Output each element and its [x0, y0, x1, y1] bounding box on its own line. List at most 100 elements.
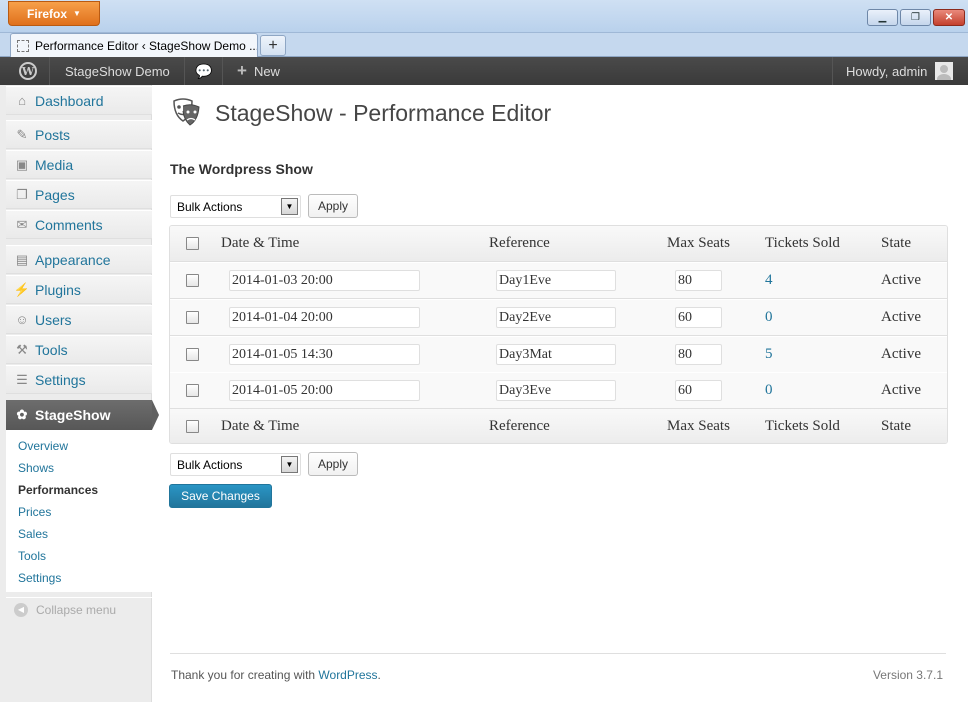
submenu-item-prices[interactable]: Prices [18, 505, 51, 519]
pin-icon: ✎ [16, 126, 28, 142]
apply-button-top[interactable]: Apply [308, 194, 358, 218]
submenu-item-sales[interactable]: Sales [18, 527, 48, 541]
tickets-sold-link[interactable]: 0 [765, 300, 773, 335]
wordpress-link[interactable]: WordPress [318, 668, 377, 682]
reference-input[interactable]: Day3Eve [496, 380, 616, 401]
new-tab-button[interactable]: + [260, 35, 286, 56]
collapse-menu-button[interactable]: ◀ Collapse menu [6, 597, 152, 621]
browser-tab-active[interactable]: Performance Editor ‹ StageShow Demo ... [10, 33, 258, 57]
my-account-menu[interactable]: Howdy, admin [846, 57, 954, 85]
minimize-button[interactable]: ▁ [867, 9, 898, 26]
column-footer-datetime[interactable]: Date & Time [221, 409, 299, 443]
tools-icon: ⚒ [16, 341, 28, 357]
column-header-reference[interactable]: Reference [489, 226, 550, 261]
sidebar-item-label: Tools [35, 341, 68, 358]
submenu-item-settings[interactable]: Settings [18, 571, 61, 585]
page-favicon-icon [17, 39, 29, 52]
column-header-state[interactable]: State [881, 226, 911, 261]
dropdown-caret-icon: ▼ [73, 9, 81, 18]
column-header-max-seats[interactable]: Max Seats [667, 226, 730, 261]
max-seats-input[interactable]: 80 [675, 344, 722, 365]
sidebar-item-label: Posts [35, 126, 71, 143]
reference-input[interactable]: Day3Mat [496, 344, 616, 365]
active-menu-pointer [152, 400, 159, 430]
site-name-link[interactable]: StageShow Demo [65, 57, 170, 85]
sidebar-item-media[interactable]: ▣ Media [6, 150, 152, 179]
row-checkbox[interactable] [186, 384, 199, 397]
datetime-input[interactable]: 2014-01-05 20:00 [229, 380, 420, 401]
save-changes-button[interactable]: Save Changes [169, 484, 272, 508]
version-info: Version 3.7.1 [872, 668, 943, 682]
sidebar-item-posts[interactable]: ✎ Posts [6, 120, 152, 149]
submenu-item-shows[interactable]: Shows [18, 461, 54, 475]
sidebar-item-label: Comments [35, 216, 103, 233]
performances-table: Date & Time Reference Max Seats Tickets … [169, 225, 948, 444]
new-content-menu[interactable]: + New [237, 57, 280, 85]
submenu-item-overview[interactable]: Overview [18, 439, 68, 453]
new-content-label: New [253, 63, 280, 79]
datetime-input[interactable]: 2014-01-04 20:00 [229, 307, 420, 328]
tickets-sold-link[interactable]: 5 [765, 337, 773, 372]
close-window-button[interactable]: ✕ [933, 9, 965, 26]
bulk-actions-value: Bulk Actions [177, 199, 243, 214]
column-footer-state[interactable]: State [881, 409, 911, 443]
admin-sidebar: ⌂ Dashboard ✎ Posts ▣ Media ❐ Pages ✉ Co… [0, 85, 152, 702]
column-header-tickets-sold[interactable]: Tickets Sold [765, 226, 840, 261]
column-footer-max-seats[interactable]: Max Seats [667, 409, 730, 443]
max-seats-input[interactable]: 60 [675, 380, 722, 401]
browser-tabbar: Performance Editor ‹ StageShow Demo ... … [0, 33, 968, 57]
column-header-datetime[interactable]: Date & Time [221, 226, 299, 261]
comments-icon[interactable]: 💬 [195, 57, 212, 85]
submenu-item-tools[interactable]: Tools [18, 549, 46, 563]
max-seats-input[interactable]: 60 [675, 307, 722, 328]
restore-button[interactable]: ❐ [900, 9, 931, 26]
datetime-input[interactable]: 2014-01-05 14:30 [229, 344, 420, 365]
browser-tab-title: Performance Editor ‹ StageShow Demo ... [35, 38, 258, 53]
select-all-checkbox-footer[interactable] [186, 420, 199, 433]
row-checkbox[interactable] [186, 274, 199, 287]
sidebar-item-pages[interactable]: ❐ Pages [6, 180, 152, 209]
sidebar-item-stageshow[interactable]: ✿ StageShow [6, 400, 152, 430]
tickets-sold-link[interactable]: 0 [765, 373, 773, 408]
bulk-actions-select-bottom[interactable]: Bulk Actions ▼ [170, 453, 301, 476]
firefox-menu-button[interactable]: Firefox ▼ [8, 1, 100, 26]
dropdown-arrow-icon: ▼ [281, 456, 298, 473]
howdy-greeting: Howdy, admin [846, 63, 928, 79]
state-value: Active [881, 346, 921, 362]
table-footer: Date & Time Reference Max Seats Tickets … [170, 408, 947, 443]
window-controls: ▁ ❐ ✕ [867, 9, 965, 26]
apply-button-bottom[interactable]: Apply [308, 452, 358, 476]
sidebar-item-plugins[interactable]: ⚡ Plugins [6, 275, 152, 304]
firefox-menu-label: Firefox [27, 6, 68, 21]
wordpress-logo-icon: W [19, 62, 37, 80]
stageshow-icon: ✿ [16, 407, 28, 422]
footer-thanks: Thank you for creating with WordPress. [171, 668, 381, 682]
sidebar-item-label: Media [35, 156, 74, 173]
show-name-heading: The Wordpress Show [170, 161, 313, 177]
datetime-input[interactable]: 2014-01-03 20:00 [229, 270, 420, 291]
sidebar-item-appearance[interactable]: ▤ Appearance [6, 245, 152, 274]
column-footer-reference[interactable]: Reference [489, 409, 550, 443]
sidebar-item-dashboard[interactable]: ⌂ Dashboard [6, 86, 152, 115]
column-footer-tickets-sold[interactable]: Tickets Sold [765, 409, 840, 443]
sidebar-item-users[interactable]: ☺ Users [6, 305, 152, 334]
row-checkbox[interactable] [186, 348, 199, 361]
bulk-actions-select-top[interactable]: Bulk Actions ▼ [170, 195, 301, 218]
state-value: Active [881, 272, 921, 288]
sidebar-item-settings[interactable]: ☰ Settings [6, 365, 152, 394]
sidebar-item-comments[interactable]: ✉ Comments [6, 210, 152, 239]
sidebar-item-label: Appearance [35, 251, 111, 268]
collapse-arrow-icon: ◀ [14, 602, 28, 617]
settings-icon: ☰ [16, 371, 28, 387]
wp-logo-menu[interactable]: W [19, 57, 37, 85]
sidebar-item-tools[interactable]: ⚒ Tools [6, 335, 152, 364]
reference-input[interactable]: Day2Eve [496, 307, 616, 328]
select-all-checkbox[interactable] [186, 237, 199, 250]
table-row: 2014-01-05 14:30 Day3Mat 80 5 Active [170, 336, 947, 373]
max-seats-input[interactable]: 80 [675, 270, 722, 291]
tickets-sold-link[interactable]: 4 [765, 263, 773, 298]
sidebar-item-label: Plugins [35, 281, 81, 298]
reference-input[interactable]: Day1Eve [496, 270, 616, 291]
submenu-item-performances[interactable]: Performances [18, 483, 98, 497]
row-checkbox[interactable] [186, 311, 199, 324]
